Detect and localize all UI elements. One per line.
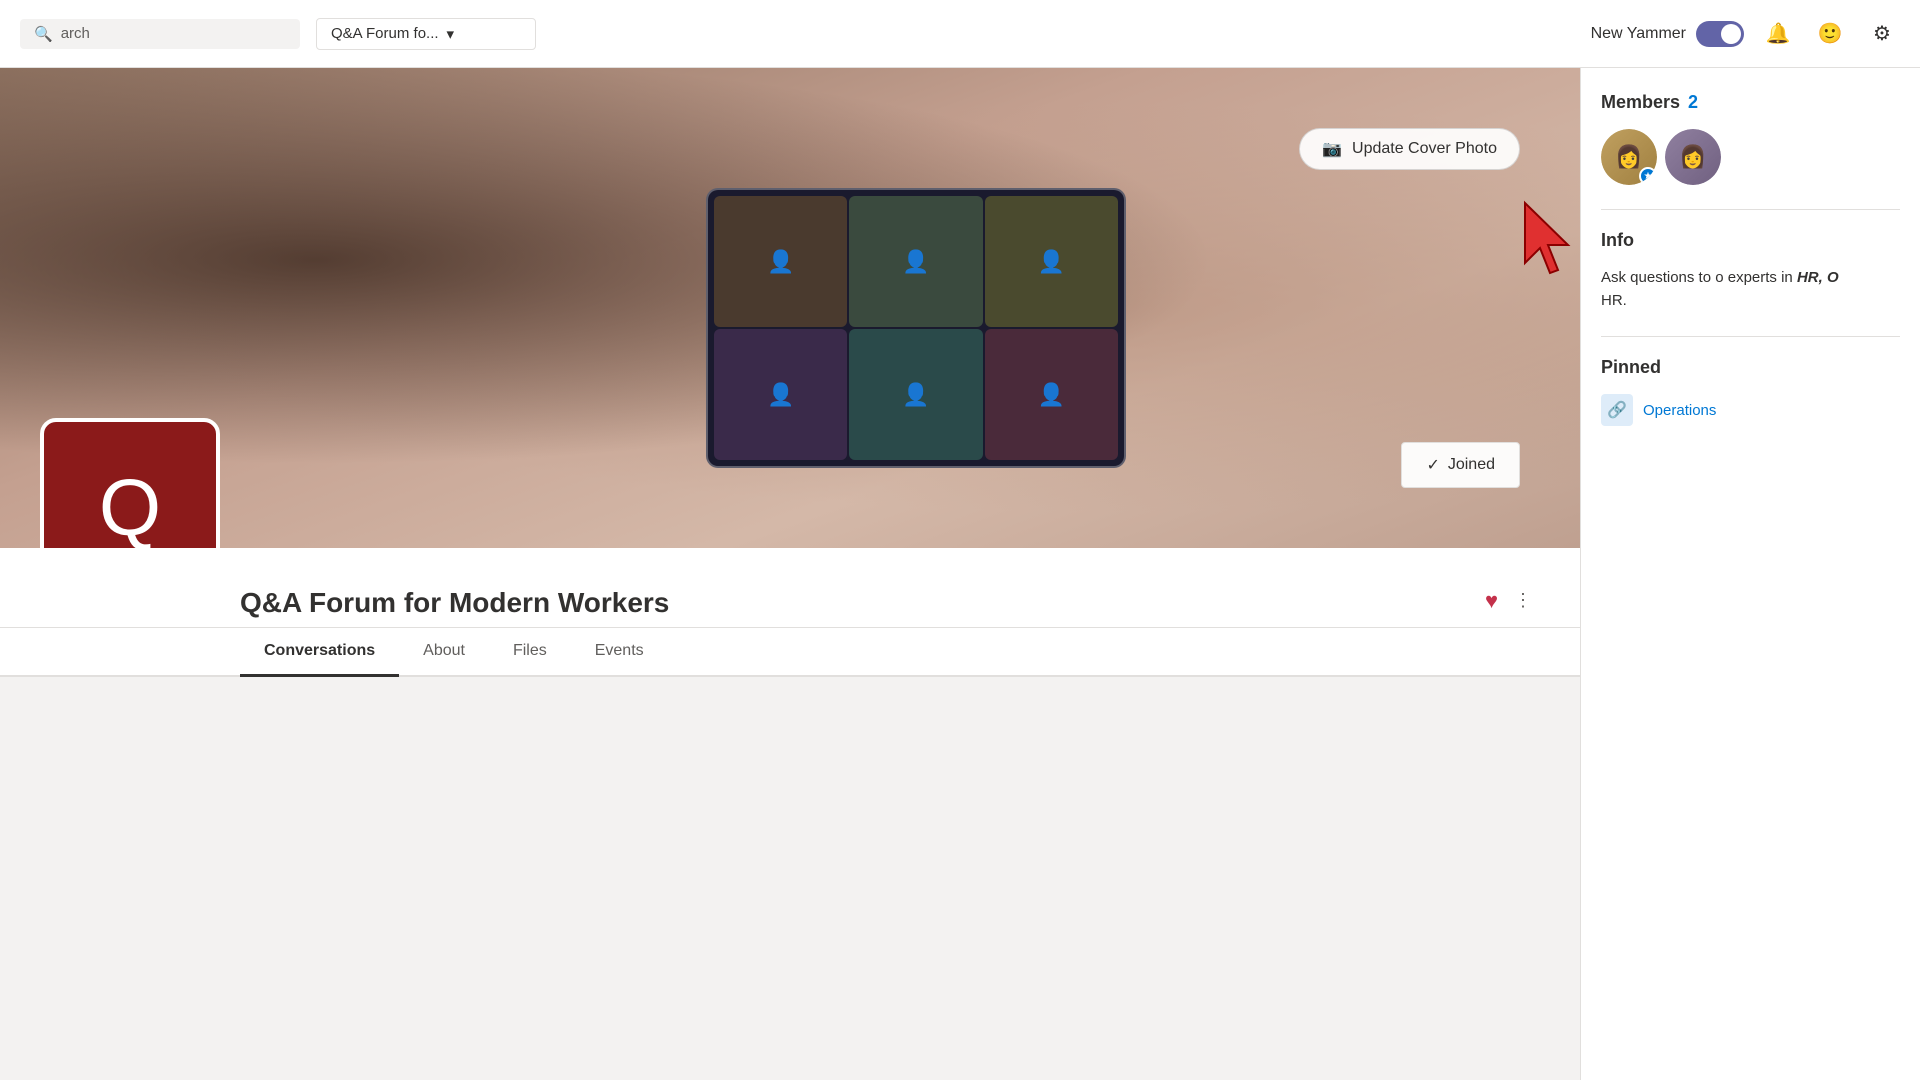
pinned-item-operations[interactable]: 🔗 Operations <box>1601 394 1900 426</box>
search-bar[interactable]: 🔍 arch <box>20 19 300 49</box>
joined-label: Joined <box>1448 456 1495 474</box>
search-icon: 🔍 <box>34 25 53 43</box>
cover-area: 👤 👤 👤 👤 👤 👤 Q 📷 Update Cover Photo <box>0 68 1580 548</box>
new-yammer-toggle[interactable] <box>1696 21 1744 47</box>
group-title: Q&A Forum for Modern Workers <box>240 587 1465 627</box>
divider-1 <box>1601 209 1900 210</box>
group-info-section: Q&A Forum for Modern Workers ♥ ⋮ <box>0 548 1580 628</box>
admin-star-icon: ★ <box>1639 167 1657 185</box>
search-input-text: arch <box>61 25 90 42</box>
dropdown-label: Q&A Forum fo... <box>331 25 439 42</box>
pinned-section: Pinned 🔗 Operations <box>1601 357 1900 426</box>
new-yammer-label: New Yammer <box>1591 25 1686 43</box>
more-options-icon[interactable]: ⋮ <box>1506 586 1540 615</box>
members-section: Members 2 👩 ★ 👩 <box>1601 92 1900 185</box>
pinned-title: Pinned <box>1601 357 1900 378</box>
chevron-down-icon: ▾ <box>447 25 455 43</box>
avatar-image-2: 👩 <box>1665 129 1721 185</box>
member-count-badge: 2 <box>1688 92 1698 113</box>
group-actions: ♥ ⋮ <box>1485 586 1540 627</box>
nav-tabs: Conversations About Files Events <box>0 628 1580 677</box>
emoji-icon[interactable]: 🙂 <box>1812 16 1848 52</box>
info-text: Ask questions to o experts in HR, OHR. <box>1601 267 1900 312</box>
members-title: Members 2 <box>1601 92 1900 113</box>
group-avatar-letter: Q <box>99 462 161 548</box>
main-layout: 👤 👤 👤 👤 👤 👤 Q 📷 Update Cover Photo <box>0 68 1920 1080</box>
pinned-item-label: Operations <box>1643 402 1716 419</box>
settings-gear-icon[interactable]: ⚙ <box>1864 16 1900 52</box>
checkmark-icon: ✓ <box>1426 455 1439 475</box>
update-cover-label: Update Cover Photo <box>1352 140 1497 158</box>
members-row: 👩 ★ 👩 <box>1601 129 1900 185</box>
tab-conversations[interactable]: Conversations <box>240 628 399 677</box>
notifications-bell-icon[interactable]: 🔔 <box>1760 16 1796 52</box>
mouse-cursor-arrow <box>1520 198 1580 278</box>
pinned-item-icon: 🔗 <box>1601 394 1633 426</box>
update-cover-photo-button[interactable]: 📷 Update Cover Photo <box>1299 128 1520 170</box>
tab-about[interactable]: About <box>399 628 489 677</box>
member-avatar-2[interactable]: 👩 <box>1665 129 1721 185</box>
info-title: Info <box>1601 230 1900 251</box>
context-dropdown[interactable]: Q&A Forum fo... ▾ <box>316 18 536 50</box>
info-section: Info Ask questions to o experts in HR, O… <box>1601 230 1900 312</box>
video-cell-3: 👤 <box>985 196 1118 327</box>
header: 🔍 arch Q&A Forum fo... ▾ New Yammer 🔔 🙂 … <box>0 0 1920 68</box>
video-cell-6: 👤 <box>985 329 1118 460</box>
joined-button[interactable]: ✓ Joined <box>1401 442 1520 488</box>
member-avatar-1[interactable]: 👩 ★ <box>1601 129 1657 185</box>
like-heart-icon[interactable]: ♥ <box>1485 588 1498 614</box>
tab-files[interactable]: Files <box>489 628 571 677</box>
video-cell-5: 👤 <box>849 329 982 460</box>
new-yammer-toggle-area: New Yammer <box>1591 21 1744 47</box>
center-content: 👤 👤 👤 👤 👤 👤 Q 📷 Update Cover Photo <box>0 68 1580 1080</box>
divider-2 <box>1601 336 1900 337</box>
video-screen-decoration: 👤 👤 👤 👤 👤 👤 <box>706 188 1126 468</box>
tab-events[interactable]: Events <box>571 628 668 677</box>
right-sidebar: Members 2 👩 ★ 👩 Info Ask questions to o … <box>1580 68 1920 1080</box>
video-cell-1: 👤 <box>714 196 847 327</box>
video-cell-4: 👤 <box>714 329 847 460</box>
group-avatar: Q <box>40 418 220 548</box>
video-cell-2: 👤 <box>849 196 982 327</box>
camera-icon: 📷 <box>1322 139 1342 159</box>
